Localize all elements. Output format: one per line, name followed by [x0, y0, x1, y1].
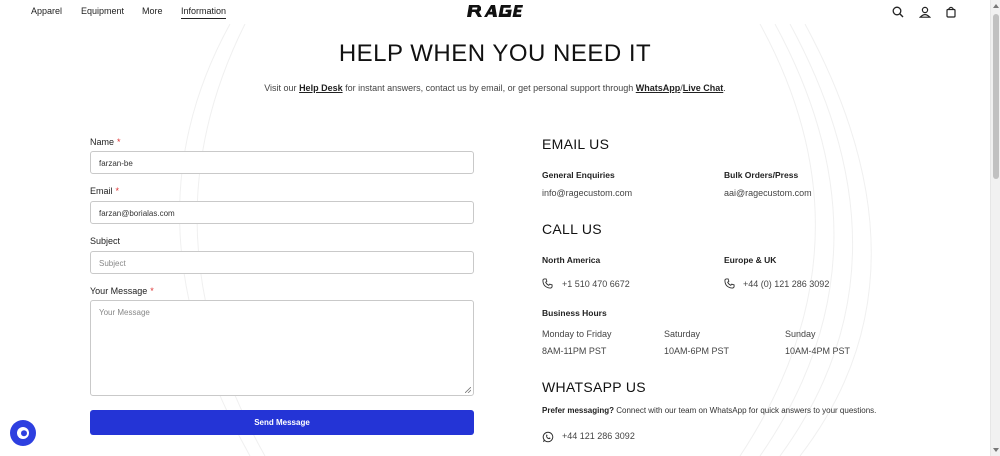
scrollbar-thumb[interactable] [993, 14, 999, 179]
top-nav: Apparel Equipment More Information [0, 0, 990, 24]
phone-icon [724, 278, 735, 289]
cart-icon[interactable] [945, 6, 957, 18]
search-icon[interactable] [892, 6, 904, 18]
hours-time: 8AM-11PM PST [542, 346, 607, 356]
nav-item-apparel[interactable]: Apparel [31, 6, 62, 16]
message-required-mark: * [150, 286, 154, 296]
intro-prefix: Visit our [264, 83, 300, 93]
subject-label: Subject [90, 236, 121, 246]
whatsapp-prompt-rest: Connect with our team on WhatsApp for qu… [614, 406, 877, 415]
nav-item-more[interactable]: More [142, 6, 163, 16]
subject-field[interactable]: Subject [90, 251, 474, 274]
email-us-title: EMAIL US [542, 136, 610, 152]
general-enquiries-email[interactable]: info@ragecustom.com [542, 188, 632, 198]
bulk-orders-email[interactable]: aai@ragecustom.com [724, 188, 812, 198]
name-required-mark: * [117, 137, 121, 147]
intro-middle: for instant answers, contact us by email… [342, 83, 636, 93]
north-america-phone[interactable]: +1 510 470 6672 [562, 279, 630, 289]
general-enquiries-label: General Enquiries [542, 170, 615, 180]
message-placeholder: Your Message [99, 308, 150, 317]
chat-icon [17, 427, 29, 439]
whatsapp-prompt-bold: Prefer messaging? [542, 406, 615, 415]
page-title: HELP WHEN YOU NEED IT [338, 40, 652, 67]
message-label: Your Message * [90, 286, 154, 296]
intro-text: Visit our Help Desk for instant answers,… [0, 83, 990, 93]
user-icon[interactable] [919, 6, 931, 18]
business-hours-label: Business Hours [542, 308, 607, 318]
help-desk-link[interactable]: Help Desk [299, 83, 343, 93]
whatsapp-prompt: Prefer messaging? Connect with our team … [542, 406, 876, 415]
name-label: Name * [90, 137, 121, 147]
rage-logo[interactable] [467, 4, 523, 18]
nav-item-equipment[interactable]: Equipment [81, 6, 124, 16]
live-chat-link[interactable]: Live Chat [683, 83, 724, 93]
intro-period: . [723, 83, 726, 93]
message-label-text: Your Message [90, 286, 148, 296]
email-label: Email * [90, 186, 119, 196]
message-textarea[interactable]: Your Message [90, 300, 474, 396]
whatsapp-link[interactable]: WhatsApp [636, 83, 681, 93]
email-field[interactable]: farzan@borialas.com [90, 201, 474, 224]
name-field[interactable]: farzan-be [90, 151, 474, 174]
resize-handle-icon[interactable] [465, 387, 471, 393]
email-required-mark: * [115, 186, 120, 196]
whatsapp-icon [542, 431, 554, 443]
whatsapp-us-title: WHATSAPP US [542, 379, 646, 395]
call-us-title: CALL US [542, 221, 602, 237]
europe-uk-phone[interactable]: +44 (0) 121 286 3092 [743, 279, 829, 289]
hours-time: 10AM-4PM PST [785, 346, 851, 356]
email-label-text: Email [90, 186, 113, 196]
whatsapp-phone[interactable]: +44 121 286 3092 [562, 431, 635, 441]
north-america-label: North America [542, 255, 601, 265]
scroll-up-arrow-icon[interactable] [993, 4, 999, 8]
hours-time: 10AM-6PM PST [664, 346, 730, 356]
bulk-orders-label: Bulk Orders/Press [724, 170, 799, 180]
europe-uk-label: Europe & UK [724, 255, 777, 265]
nav-item-information[interactable]: Information [181, 6, 227, 19]
hours-day: Monday to Friday [542, 329, 612, 339]
hours-day: Saturday [664, 329, 701, 339]
hours-day: Sunday [785, 329, 816, 339]
scroll-down-arrow-icon[interactable] [993, 448, 999, 452]
name-label-text: Name [90, 137, 115, 147]
live-chat-launcher[interactable] [10, 420, 36, 446]
send-message-button[interactable]: Send Message [90, 410, 474, 435]
phone-icon [542, 278, 553, 289]
scrollbar[interactable] [990, 0, 1000, 456]
